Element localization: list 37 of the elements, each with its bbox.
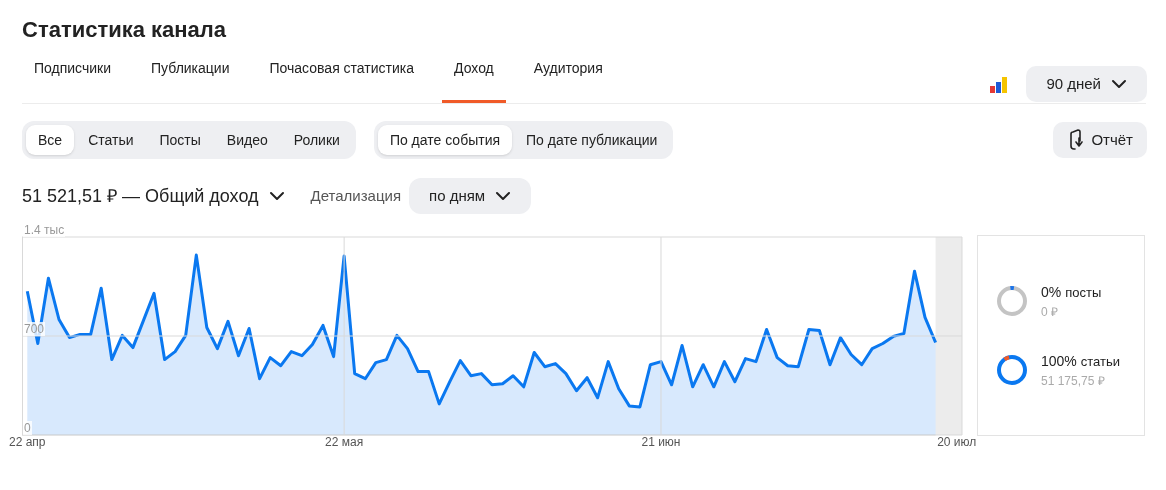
nav-tab[interactable]: Почасовая статистика xyxy=(257,55,427,103)
detail-label: Детализация xyxy=(310,185,402,206)
chevron-down-icon xyxy=(1111,79,1127,89)
share-percent: 0% xyxy=(1041,282,1062,302)
nav-tab[interactable]: Подписчики xyxy=(22,55,123,103)
nav-tab[interactable]: Доход xyxy=(442,55,506,103)
x-axis-label: 20 июл xyxy=(937,435,977,449)
report-button[interactable]: Отчёт xyxy=(1053,122,1147,158)
donut-icon xyxy=(995,284,1029,318)
nav-tab[interactable]: Аудитория xyxy=(521,55,615,103)
filter-tab[interactable]: По дате события xyxy=(377,125,513,155)
share-percent: 100% xyxy=(1041,351,1077,371)
y-axis-label: 0 xyxy=(23,421,32,435)
chevron-down-icon xyxy=(495,191,512,201)
total-revenue[interactable]: 51 521,51 ₽ — Общий доход xyxy=(22,182,259,210)
nav-tab[interactable]: Публикации xyxy=(139,55,242,103)
filter-tab[interactable]: Статьи xyxy=(76,125,146,155)
y-axis-label: 1.4 тыс xyxy=(23,223,66,237)
filter-tab[interactable]: Видео xyxy=(214,125,280,155)
filter-tab[interactable]: По дате публикации xyxy=(514,125,670,155)
share-amount: 0 ₽ xyxy=(1041,303,1059,321)
chevron-down-icon xyxy=(268,191,285,201)
y-axis-label: 700 xyxy=(23,322,46,336)
filter-tab[interactable]: Все xyxy=(26,125,75,155)
share-label: посты xyxy=(1065,283,1102,302)
bar-chart-icon xyxy=(990,77,1009,93)
page-title: Статистика канала xyxy=(22,16,228,44)
period-dropdown[interactable]: 90 дней xyxy=(1026,66,1147,102)
detail-dropdown[interactable]: по дням xyxy=(409,178,532,214)
filter-tab[interactable]: Посты xyxy=(147,125,213,155)
share-amount: 51 175,75 ₽ xyxy=(1041,372,1106,390)
filter-tab[interactable]: Ролики xyxy=(281,125,352,155)
x-axis-label: 21 июн xyxy=(641,435,681,449)
x-axis-label: 22 апр xyxy=(9,435,46,449)
donut-icon xyxy=(995,353,1029,387)
x-axis-label: 22 мая xyxy=(325,435,364,449)
share-label: статьи xyxy=(1080,352,1121,371)
